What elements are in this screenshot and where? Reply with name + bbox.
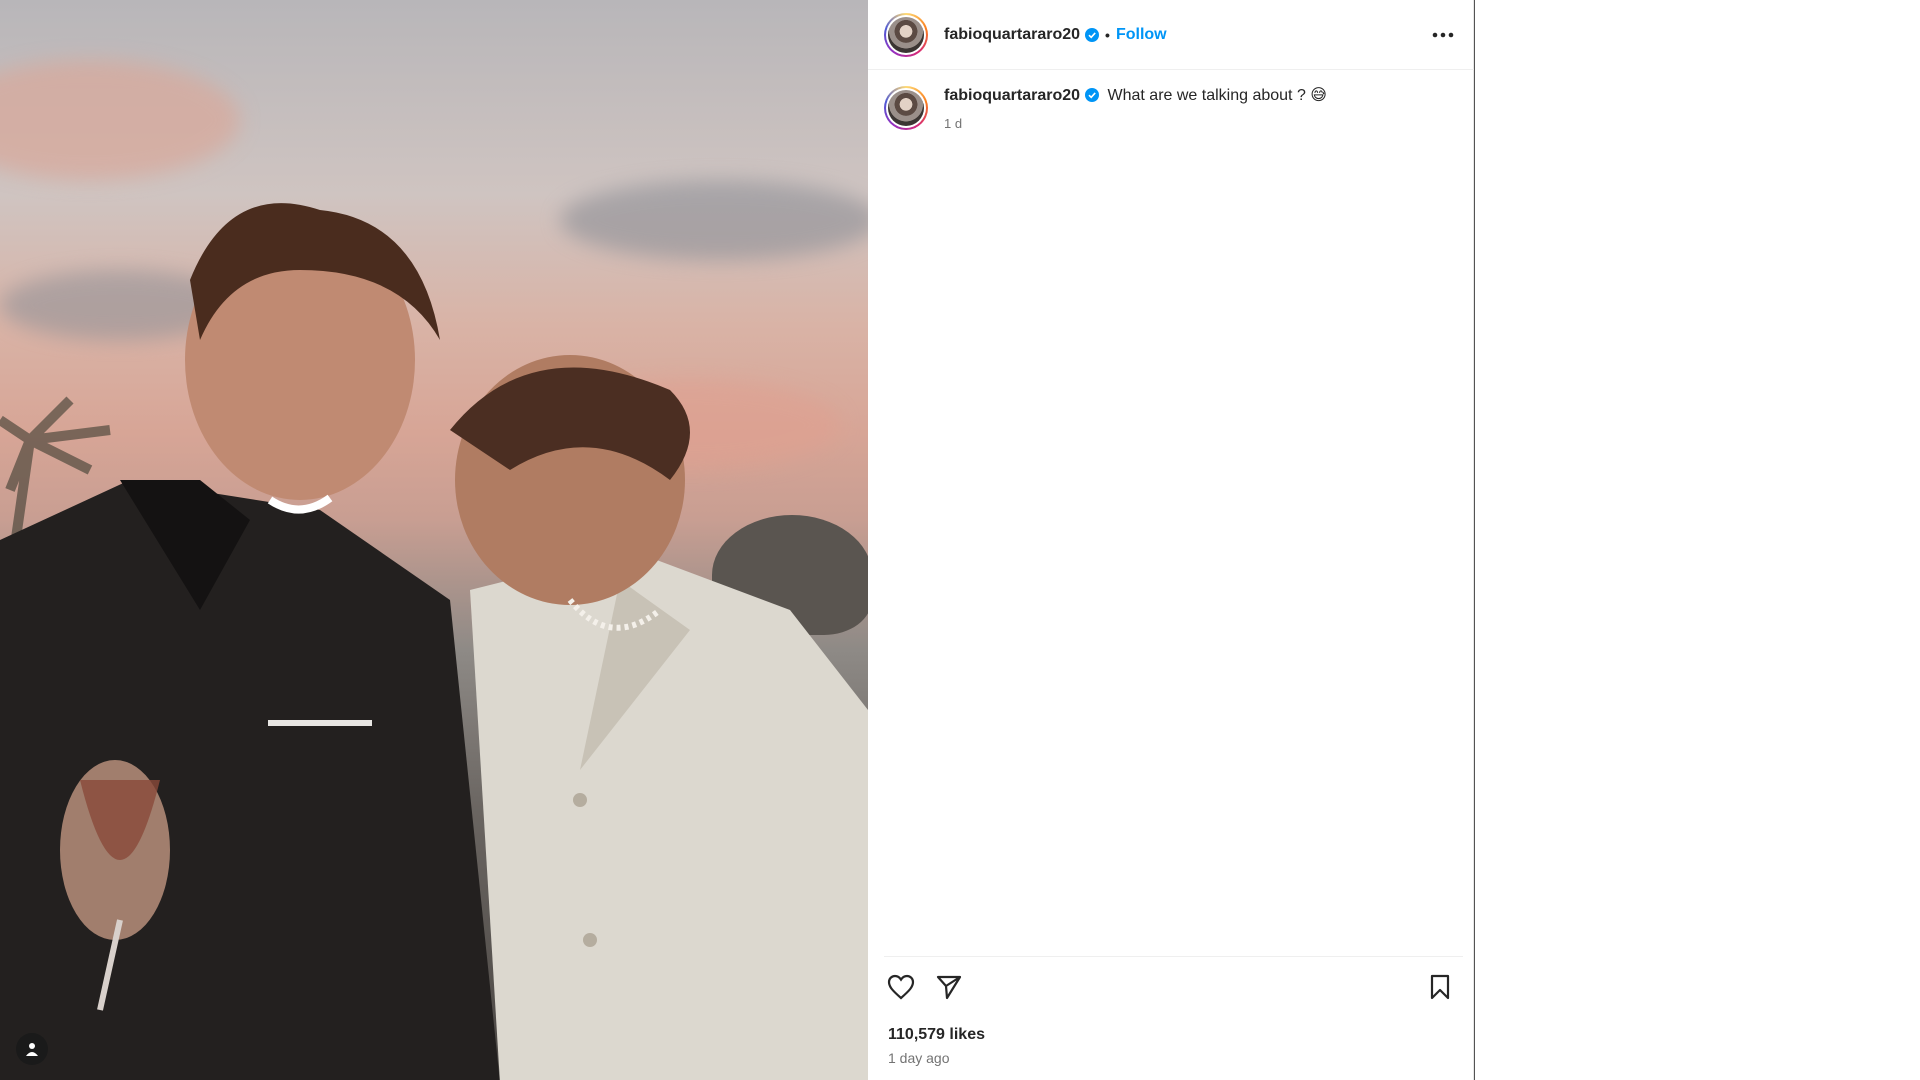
user-tag-icon [26, 1043, 38, 1056]
caption-username[interactable]: fabioquartararo20 [944, 87, 1080, 104]
post-viewer: fabioquartararo20 • Follow fabioquartara… [0, 0, 1920, 1080]
header-separator: • [1105, 26, 1110, 43]
heart-icon [887, 974, 915, 1000]
post-photo[interactable] [0, 0, 868, 1080]
sky-cloud [0, 60, 240, 180]
caption-avatar[interactable] [884, 86, 928, 130]
blank-area [1475, 0, 1920, 1080]
more-options-icon [1432, 32, 1454, 38]
post-caption: fabioquartararo20 What are we talking ab… [884, 86, 1327, 134]
share-button[interactable] [932, 970, 966, 1004]
bookmark-icon [1430, 974, 1450, 1000]
verified-badge-icon [1085, 27, 1100, 42]
user-tag-button[interactable] [16, 1033, 48, 1065]
caption-text: What are we talking about ? 😅 [1107, 87, 1327, 104]
save-button[interactable] [1423, 970, 1457, 1004]
like-button[interactable] [884, 970, 918, 1004]
more-options-button[interactable] [1430, 22, 1456, 48]
person-white-shirt [450, 355, 868, 1080]
send-icon [936, 975, 962, 1000]
action-bar [884, 970, 1457, 1010]
author-username[interactable]: fabioquartararo20 [944, 26, 1080, 44]
likes-count[interactable]: 110,579 likes [888, 1026, 985, 1044]
post-timestamp: 1 day ago [888, 1050, 950, 1066]
sky-cloud [560, 180, 868, 260]
caption-timestamp[interactable]: 1 d [944, 114, 1327, 134]
verified-badge-icon [1085, 88, 1100, 102]
post-details-panel: fabioquartararo20 • Follow fabioquartara… [868, 0, 1474, 1080]
follow-button[interactable]: Follow [1116, 26, 1167, 44]
divider [884, 956, 1463, 957]
author-avatar[interactable] [884, 12, 928, 57]
post-header: fabioquartararo20 • Follow [868, 0, 1474, 70]
